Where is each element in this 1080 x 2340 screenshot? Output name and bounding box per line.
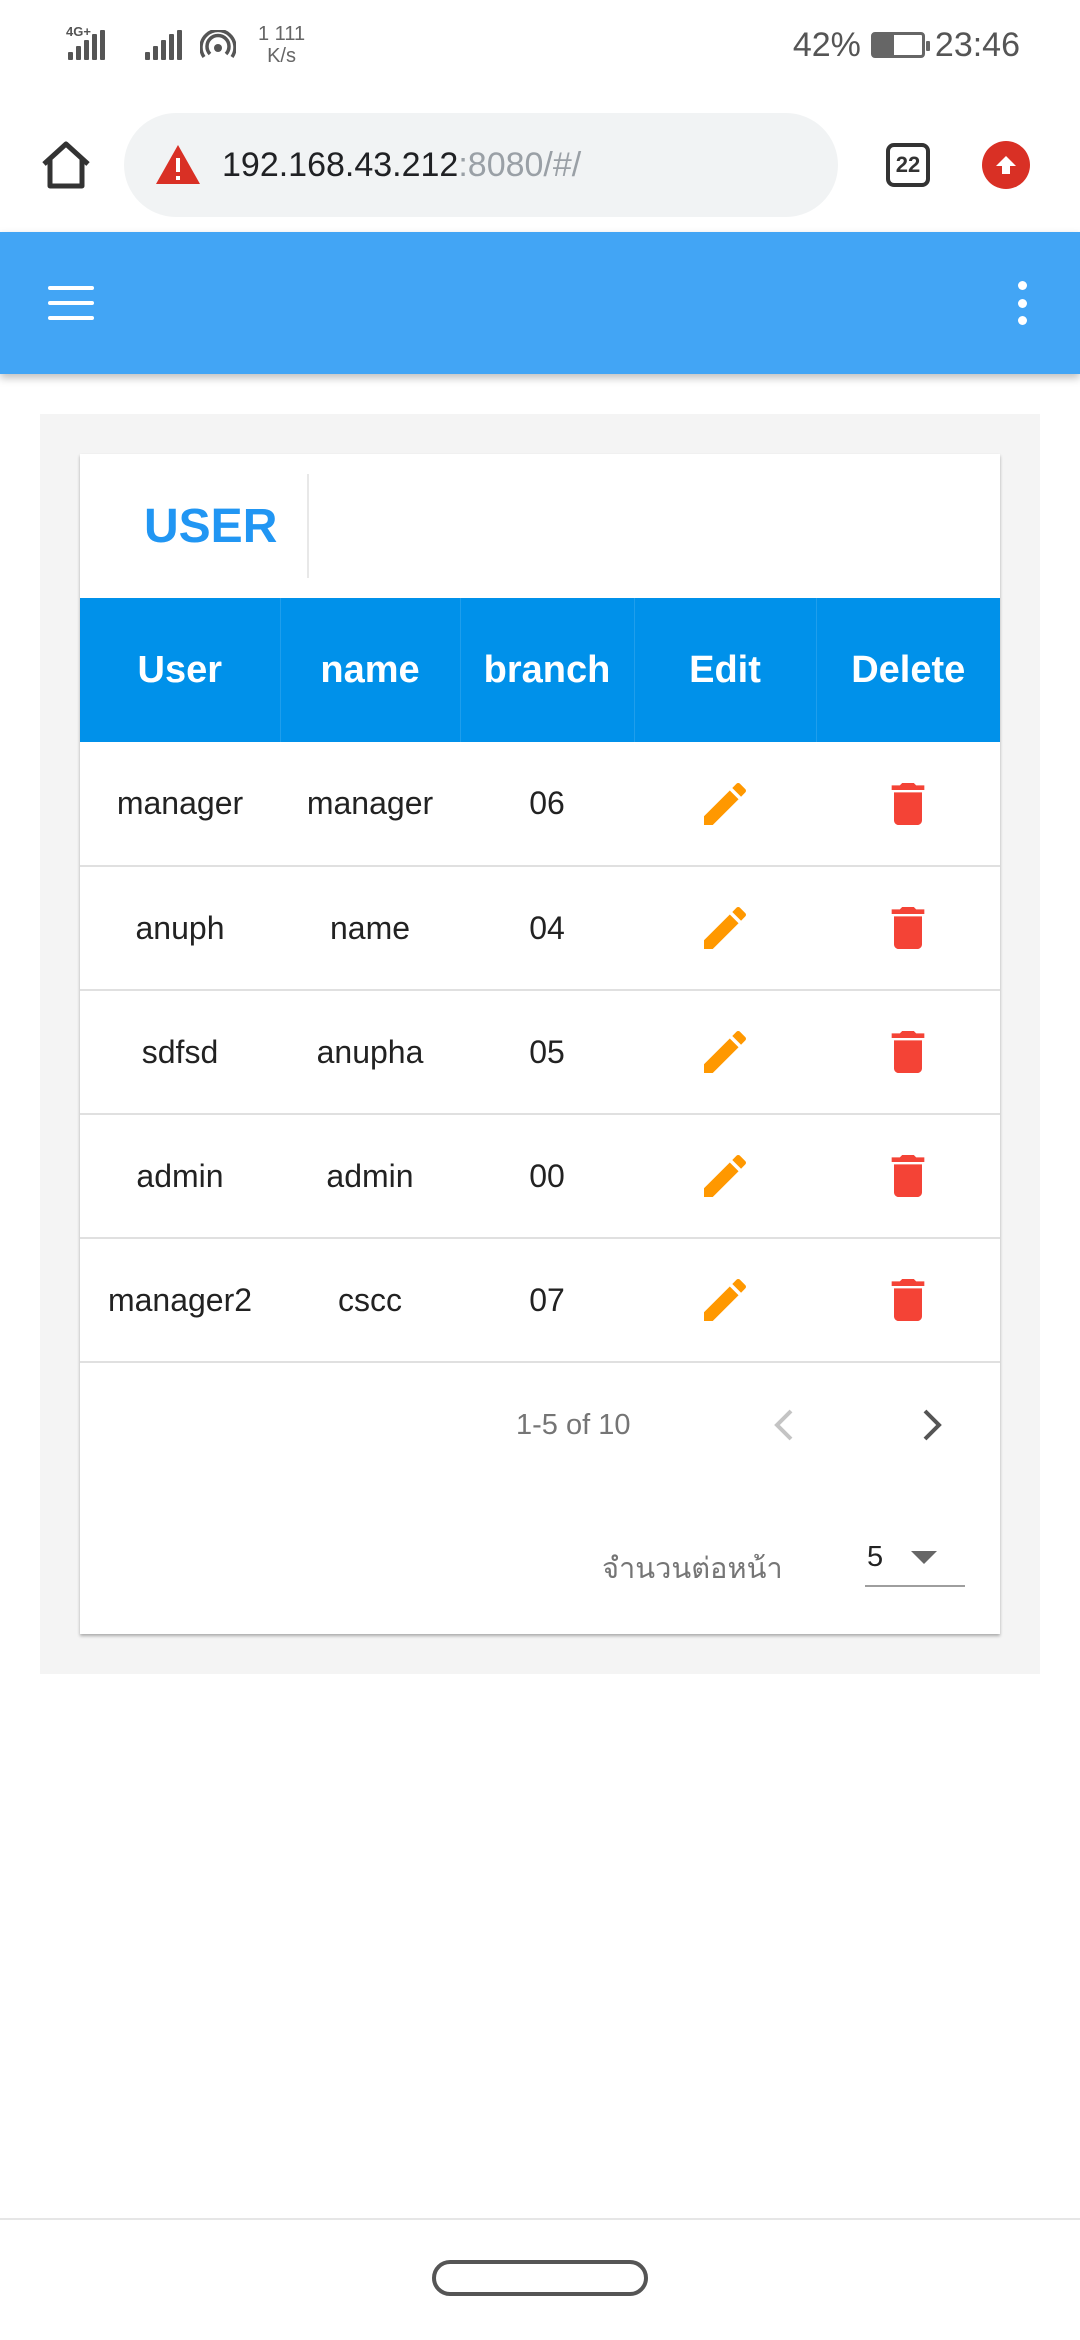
cell-user: manager2 — [107, 1281, 253, 1318]
edit-pencil-icon[interactable] — [697, 1148, 753, 1204]
delete-trash-icon[interactable] — [880, 1272, 936, 1328]
status-bar: 4G+ 1 111 K/s 42% 23:46 — [0, 0, 1080, 90]
rows-per-page-value: 5 — [867, 1540, 884, 1573]
battery-percent: 42% — [792, 25, 861, 64]
cell-name: admin — [326, 1157, 414, 1194]
column-header-delete: Delete — [851, 648, 966, 691]
system-nav-bar — [0, 2218, 1080, 2340]
cell-signal-icon-2 — [145, 30, 182, 60]
cell-user: manager — [116, 785, 244, 821]
browser-toolbar: 192.168.43.212:8080/#/ 22 — [0, 100, 1080, 230]
cell-user: sdfsd — [141, 1033, 219, 1070]
edit-pencil-icon[interactable] — [697, 900, 753, 956]
home-gesture-pill[interactable] — [432, 2260, 648, 2296]
column-header-name[interactable]: name — [280, 598, 461, 742]
user-table: User name branch Edit Delete manager man… — [80, 598, 1000, 1363]
delete-trash-icon[interactable] — [880, 1024, 936, 1080]
pagination-range: 1-5 of 10 — [516, 1408, 631, 1441]
warning-triangle-icon — [156, 145, 200, 184]
pagination: 1-5 of 10 — [80, 1363, 1000, 1487]
table-row: sdfsd anupha 05 — [80, 990, 1000, 1114]
cell-name: name — [329, 909, 411, 946]
hotspot-icon — [200, 30, 236, 58]
tab-switcher-button[interactable]: 22 — [886, 143, 930, 187]
table-row: manager manager 06 — [80, 742, 1000, 866]
network-type: 4G+ — [66, 24, 91, 39]
page-title: USER — [80, 474, 310, 578]
cell-user: anuph — [135, 909, 225, 946]
rows-per-page-select[interactable]: 5 — [865, 1529, 965, 1587]
cell-name: anupha — [316, 1033, 424, 1070]
delete-trash-icon[interactable] — [880, 776, 936, 832]
cell-branch: 06 — [529, 785, 565, 821]
url-path: :8080/#/ — [458, 145, 582, 184]
table-header-row: User name branch Edit Delete — [80, 598, 1000, 742]
cell-branch: 05 — [529, 1033, 565, 1070]
battery-icon — [870, 32, 930, 58]
hamburger-menu-icon[interactable] — [48, 286, 94, 320]
column-header-user[interactable]: User — [80, 598, 281, 742]
network-speed: 1 111 K/s — [258, 23, 306, 67]
url-host: 192.168.43.212 — [222, 145, 459, 184]
cell-signal-icon: 4G+ — [66, 24, 105, 60]
chevron-right-icon[interactable] — [912, 1405, 952, 1445]
table-row: admin admin 00 — [80, 1114, 1000, 1238]
home-icon[interactable] — [36, 135, 96, 195]
table-row: anuph name 04 — [80, 866, 1000, 990]
cell-name: manager — [306, 785, 434, 821]
edit-pencil-icon[interactable] — [697, 776, 753, 832]
delete-trash-icon[interactable] — [880, 1148, 936, 1204]
column-header-edit: Edit — [634, 598, 817, 742]
app-bar — [0, 232, 1080, 374]
rows-per-page: จำนวนต่อหน้า 5 — [80, 1487, 1000, 1627]
upload-arrow-icon[interactable] — [982, 141, 1030, 189]
user-card: USER User name branch Edit Delete manage… — [80, 454, 1000, 1634]
chevron-left-icon[interactable] — [764, 1405, 804, 1445]
address-bar[interactable]: 192.168.43.212:8080/#/ — [124, 113, 838, 217]
column-header-branch[interactable]: branch — [460, 598, 635, 742]
cell-name: cscc — [338, 1281, 402, 1318]
cell-branch: 07 — [529, 1281, 565, 1318]
clock: 23:46 — [934, 25, 1020, 64]
table-row: manager2 cscc 07 — [80, 1238, 1000, 1362]
dropdown-arrow-icon — [911, 1550, 938, 1564]
rows-per-page-label: จำนวนต่อหน้า — [602, 1553, 783, 1585]
cell-branch: 04 — [529, 909, 565, 946]
cell-branch: 00 — [529, 1157, 565, 1194]
delete-trash-icon[interactable] — [880, 900, 936, 956]
cell-user: admin — [136, 1157, 224, 1194]
edit-pencil-icon[interactable] — [697, 1272, 753, 1328]
content-area: USER User name branch Edit Delete manage… — [40, 414, 1040, 1674]
more-vert-icon[interactable] — [1012, 281, 1032, 325]
edit-pencil-icon[interactable] — [697, 1024, 753, 1080]
